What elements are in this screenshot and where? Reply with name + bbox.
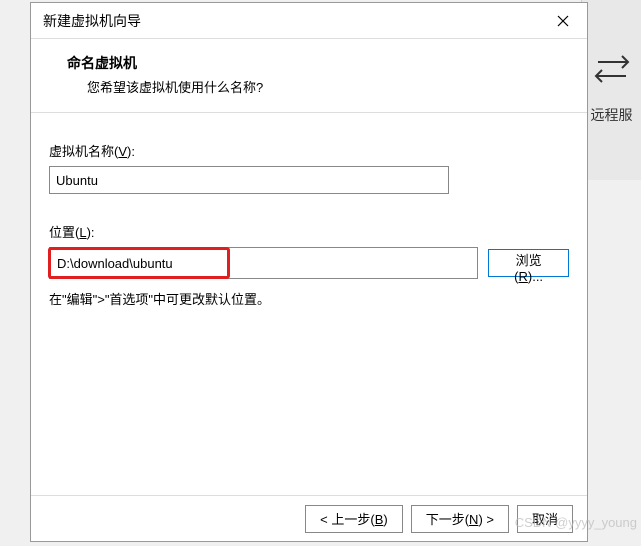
location-highlight [48,247,230,279]
titlebar: 新建虚拟机向导 [31,3,587,39]
browse-button[interactable]: 浏览(R)... [488,249,569,277]
background-panel: 远程服 [581,0,641,180]
header-title: 命名虚拟机 [67,53,559,73]
location-input-container[interactable] [49,247,478,279]
header-subtitle: 您希望该虚拟机使用什么名称? [87,77,559,96]
footer: < 上一步(B) 下一步(N) > 取消 [31,495,587,541]
cancel-button[interactable]: 取消 [517,505,573,533]
wizard-dialog: 新建虚拟机向导 命名虚拟机 您希望该虚拟机使用什么名称? 虚拟机名称(V): 位… [30,2,588,542]
dialog-title: 新建虚拟机向导 [43,11,141,31]
content-area: 虚拟机名称(V): 位置(L): 浏览(R)... 在"编辑">"首选项"中可更… [31,113,587,495]
vm-name-input[interactable] [49,166,449,194]
vm-name-label: 虚拟机名称(V): [49,141,569,160]
next-button[interactable]: 下一步(N) > [411,505,509,533]
background-label: 远程服 [591,105,633,125]
close-button[interactable] [549,7,577,35]
location-input[interactable] [51,250,227,276]
header-section: 命名虚拟机 您希望该虚拟机使用什么名称? [31,39,587,113]
close-icon [557,15,569,27]
back-button[interactable]: < 上一步(B) [305,505,403,533]
location-label: 位置(L): [49,222,569,241]
location-hint: 在"编辑">"首选项"中可更改默认位置。 [49,289,569,308]
connection-icon [594,50,630,87]
